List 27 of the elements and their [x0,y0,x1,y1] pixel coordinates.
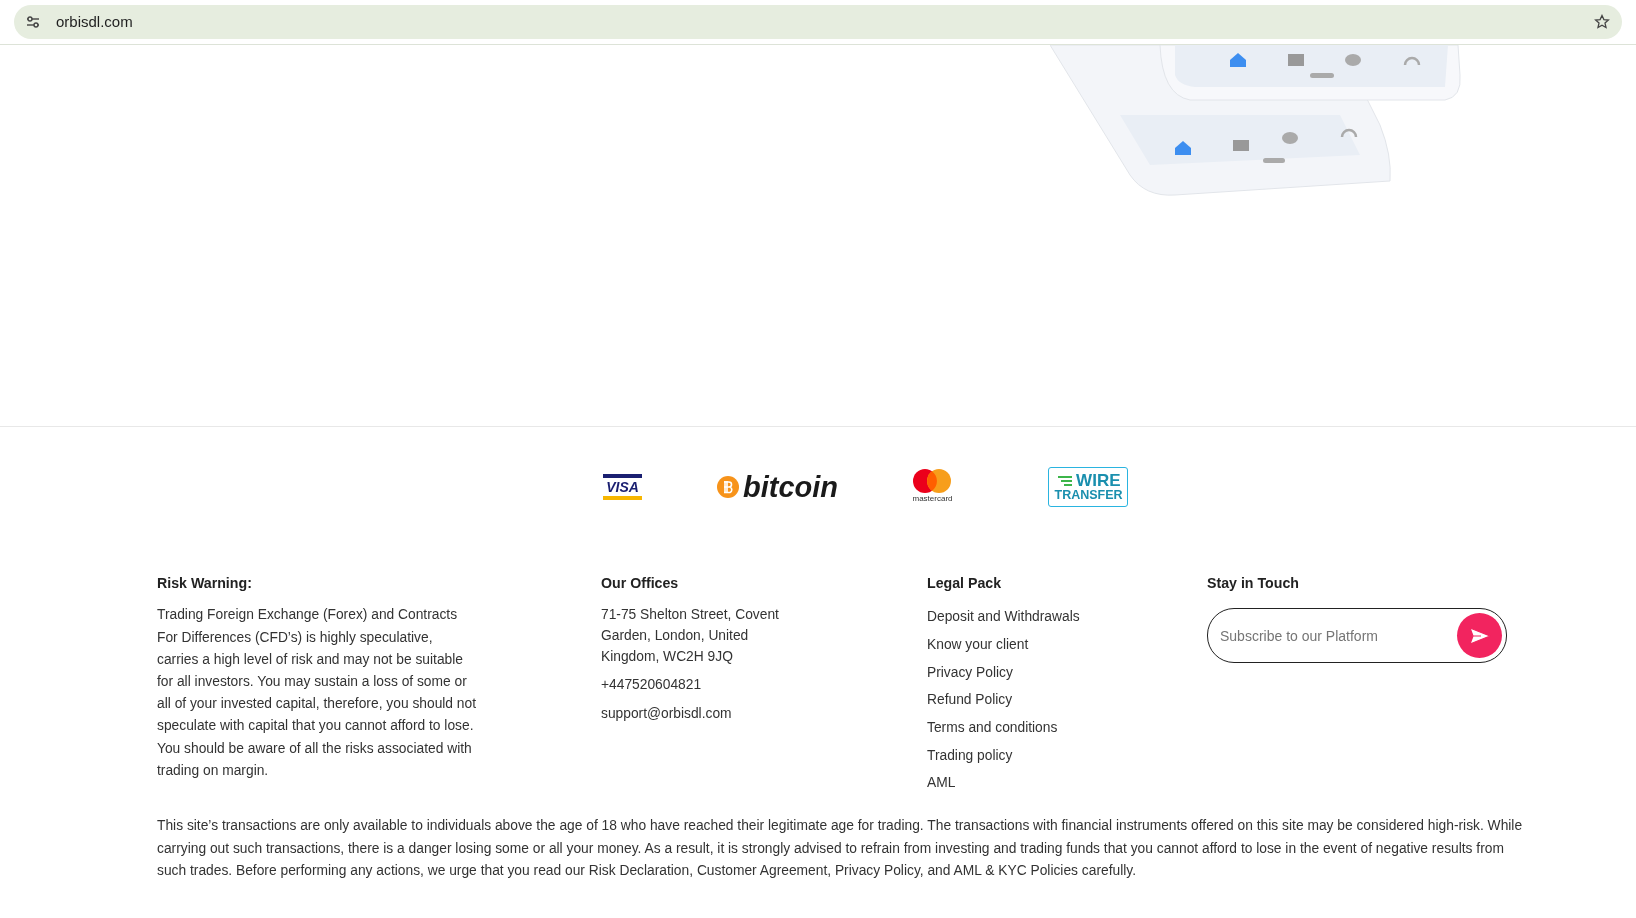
risk-warning-text: Trading Foreign Exchange (Forex) and Contracts For Differences (CFD’s) is highly speculative, carries a high level of risk and may not be suitable for all investors. You may sustain a loss of some or all of your invested capital, therefore, you should not speculate with capital that you cannot afford to lose. You should be aware of all the risks associated with trading on margin. [157,606,477,780]
stay-in-touch-heading: Stay in Touch [1207,574,1300,593]
legal-link[interactable]: Terms and conditions [927,718,1058,739]
mastercard-logo-text: mastercard [912,493,953,505]
legal-pack-heading: Legal Pack [927,574,1003,593]
legal-link[interactable]: Refund Policy [927,690,1013,712]
site-settings-icon[interactable] [26,15,40,29]
legal-link[interactable]: Deposit and Withdrawals [927,607,1080,628]
wire-transfer-logo: WIRE TRANSFER [1047,467,1128,507]
visa-logo: VISA [603,474,642,500]
disclaimer-text: This site’s transactions are only available to individuals above the age of 18 who have reached their legitimate age for trading. The transactions with financial instruments offered on this site may be considered high-risk. While carrying out such transactions, there is a danger losing some or all your money. As a result, it is strongly advised to refrain from investing and trading funds that you cannot afford to lose in the event of negative results from such trades. Before performing any actions, we urge that you read our Risk Declaration, Customer Agreement, Privacy Policy, and AML & KYC Policies carefully. [156,817,1524,880]
send-icon [1468,626,1491,645]
speed-lines-icon [1058,475,1073,486]
phone-number: +447520604821 [601,676,703,695]
subscribe-field[interactable]: Subscribe to our Platform [1207,608,1507,664]
legal-link[interactable]: Trading policy [927,745,1013,767]
mastercard-circles-icon [913,469,952,493]
legal-link[interactable]: Privacy Policy [927,662,1013,684]
offices-heading: Our Offices [601,574,680,593]
email-link[interactable]: support@orbisdl.com [601,706,732,721]
bitcoin-coin-icon [716,476,739,498]
legal-link[interactable]: AML [927,773,956,795]
office-address: 71-75 Shelton Street, Covent Garden, London, United Kingdom, WC2H 9JQ [601,606,780,667]
bookmark-star-icon[interactable] [1594,14,1610,30]
legal-link[interactable]: Know your client [927,635,1029,656]
risk-warning-heading: Risk Warning: [157,574,253,593]
bitcoin-logo-text: bitcoin [742,472,838,502]
